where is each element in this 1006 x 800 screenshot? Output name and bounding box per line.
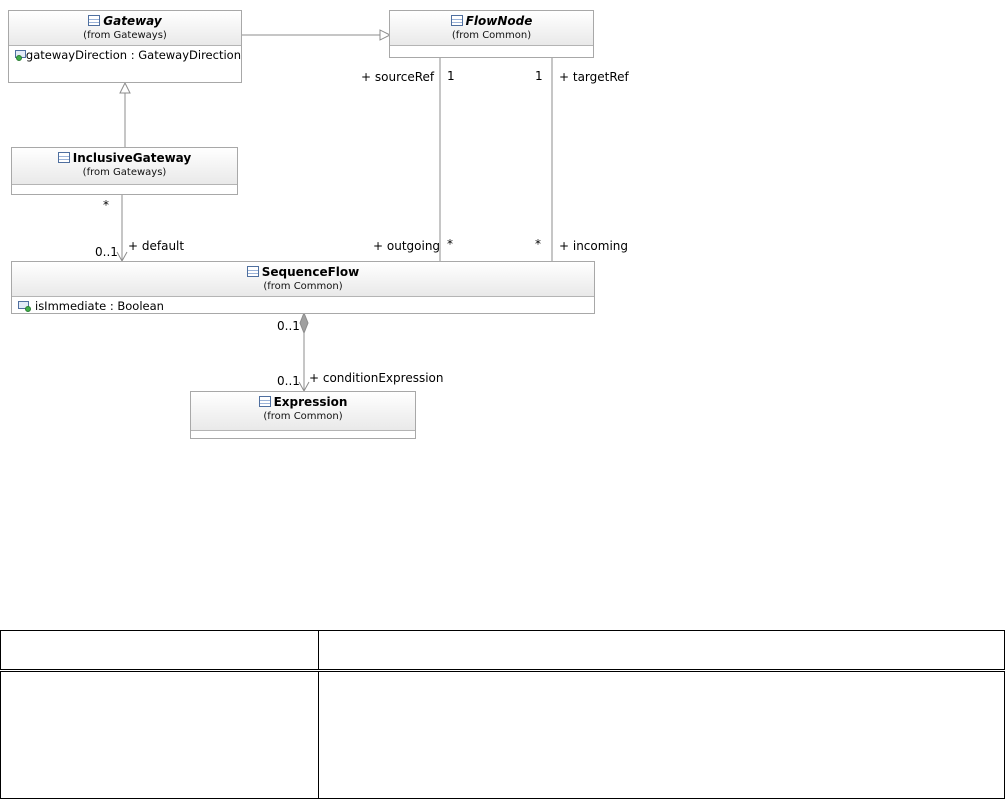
label-outgoing-multiplicity: * [447, 237, 453, 251]
class-icon [450, 15, 463, 26]
label-source-ref-multiplicity: 1 [447, 69, 455, 83]
class-flownode-header: FlowNode (from Common) [390, 11, 593, 46]
class-gateway-attributes: gatewayDirection : GatewayDirection [9, 46, 241, 62]
table-header-cell [318, 630, 1005, 672]
attribute-row[interactable]: isImmediate : Boolean [18, 299, 594, 313]
table-cell [0, 670, 319, 799]
label-composition-multiplicity-bottom: 0..1 [277, 374, 300, 388]
attribute-icon [18, 301, 31, 312]
composition-diamond [299, 311, 309, 335]
class-sequenceflow-name: SequenceFlow [261, 265, 360, 279]
label-default-multiplicity: 0..1 [95, 245, 118, 259]
class-icon [88, 15, 101, 26]
class-flownode-title-row: FlowNode [390, 14, 593, 29]
label-target-ref-multiplicity: 1 [535, 69, 543, 83]
attribute-row[interactable]: gatewayDirection : GatewayDirection [15, 48, 241, 62]
class-inclusivegateway-header: InclusiveGateway (from Gateways) [12, 148, 237, 185]
label-target-ref: + targetRef [559, 70, 629, 84]
class-flownode-stereotype: (from Common) [451, 30, 532, 41]
class-sequenceflow-header: SequenceFlow (from Common) [12, 262, 594, 297]
label-incoming-multiplicity: * [535, 237, 541, 251]
label-incoming: + incoming [559, 239, 628, 253]
class-icon [246, 266, 259, 277]
class-flownode[interactable]: FlowNode (from Common) [389, 10, 594, 58]
class-expression-title-row: Expression [191, 395, 415, 410]
class-gateway-title-row: Gateway [9, 14, 241, 29]
class-gateway[interactable]: Gateway (from Gateways) gatewayDirection… [8, 10, 242, 83]
label-source-ref: + sourceRef [361, 70, 435, 84]
table-header-cell [0, 630, 319, 672]
class-icon [258, 396, 271, 407]
class-sequenceflow-title-row: SequenceFlow [12, 265, 594, 280]
class-sequenceflow-attributes: isImmediate : Boolean [12, 297, 594, 313]
class-sequenceflow[interactable]: SequenceFlow (from Common) isImmediate :… [11, 261, 595, 314]
class-gateway-stereotype: (from Gateways) [83, 30, 167, 41]
class-expression-header: Expression (from Common) [191, 392, 415, 431]
class-expression-name: Expression [273, 395, 348, 409]
label-default: + default [128, 239, 185, 253]
attribute-is-immediate: isImmediate : Boolean [35, 299, 164, 313]
table-row [0, 670, 1005, 799]
class-inclusivegateway-stereotype: (from Gateways) [82, 167, 167, 178]
class-expression[interactable]: Expression (from Common) [190, 391, 416, 439]
label-inclusive-multiplicity: * [103, 198, 109, 212]
attribute-icon [15, 50, 26, 61]
class-inclusivegateway-title-row: InclusiveGateway [12, 151, 237, 166]
class-gateway-name: Gateway [103, 14, 162, 28]
generalization-arrowhead [119, 81, 131, 94]
class-expression-stereotype: (from Common) [263, 411, 343, 422]
class-inclusivegateway-name: InclusiveGateway [72, 151, 192, 165]
class-icon [57, 152, 70, 163]
label-composition-multiplicity-top: 0..1 [277, 319, 300, 333]
class-inclusivegateway[interactable]: InclusiveGateway (from Gateways) [11, 147, 238, 195]
label-condition-expression: + conditionExpression [309, 371, 444, 385]
class-flownode-name: FlowNode [465, 14, 533, 28]
description-table [0, 630, 1006, 800]
label-outgoing: + outgoing [373, 239, 441, 253]
connectors-layer [116, 29, 553, 393]
class-sequenceflow-stereotype: (from Common) [263, 281, 343, 292]
attribute-gateway-direction: gatewayDirection : GatewayDirection [25, 48, 241, 62]
table-header-row [0, 630, 1005, 672]
table-cell [318, 670, 1005, 799]
class-gateway-header: Gateway (from Gateways) [9, 11, 241, 46]
